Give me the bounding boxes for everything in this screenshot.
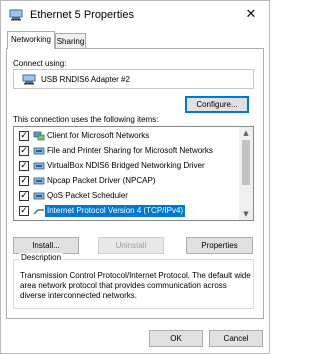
description-text: Transmission Control Protocol/Internet P… xyxy=(20,271,251,300)
configure-button[interactable]: Configure... xyxy=(185,96,249,113)
scroll-up-button[interactable]: ▲ xyxy=(239,127,253,139)
tab-sharing[interactable]: Sharing xyxy=(55,33,86,49)
protocol-icon xyxy=(33,209,44,215)
adapter-name: USB RNDIS6 Adapter #2 xyxy=(41,75,130,84)
uninstall-button[interactable]: Uninstall xyxy=(98,237,164,254)
item-label: Internet Protocol Version 4 (TCP/IPv4) xyxy=(45,205,186,217)
components-list[interactable]: ✓ Client for Microsoft Networks ✓ File a… xyxy=(13,126,254,221)
list-item-selected[interactable]: ✓ Internet Protocol Version 4 (TCP/IPv4) xyxy=(16,204,240,218)
list-item[interactable]: ✓ Client for Microsoft Networks xyxy=(16,129,240,143)
checkbox[interactable]: ✓ xyxy=(19,131,29,141)
list-scrollbar[interactable]: ▲ ▼ xyxy=(239,127,253,220)
properties-dialog: Ethernet 5 Properties ✕ Networking Shari… xyxy=(0,0,270,354)
network-adapter-icon xyxy=(9,9,23,21)
network-client-icon xyxy=(33,131,45,141)
network-service-icon xyxy=(33,177,45,185)
scroll-thumb[interactable] xyxy=(242,140,250,185)
install-button[interactable]: Install... xyxy=(13,237,79,254)
ok-button[interactable]: OK xyxy=(149,330,203,347)
scroll-down-button[interactable]: ▼ xyxy=(239,208,253,220)
checkbox[interactable]: ✓ xyxy=(19,176,29,186)
item-label: Npcap Packet Driver (NPCAP) xyxy=(47,176,156,185)
item-label: Client for Microsoft Networks xyxy=(47,131,150,140)
item-label: VirtualBox NDIS6 Bridged Networking Driv… xyxy=(47,161,205,170)
item-label: File and Printer Sharing for Microsoft N… xyxy=(47,146,213,155)
checkbox[interactable]: ✓ xyxy=(19,146,29,156)
checkbox[interactable]: ✓ xyxy=(19,161,29,171)
tab-networking[interactable]: Networking xyxy=(7,31,55,49)
network-adapter-icon xyxy=(22,74,36,85)
properties-button[interactable]: Properties xyxy=(186,237,253,254)
list-item[interactable]: ✓ Npcap Packet Driver (NPCAP) xyxy=(16,174,240,188)
checkbox[interactable]: ✓ xyxy=(19,206,29,216)
title-bar[interactable]: Ethernet 5 Properties ✕ xyxy=(1,1,269,29)
list-item[interactable]: ✓ QoS Packet Scheduler xyxy=(16,189,240,203)
network-service-icon xyxy=(33,162,45,170)
checkbox[interactable]: ✓ xyxy=(19,191,29,201)
list-item[interactable]: ✓ File and Printer Sharing for Microsoft… xyxy=(16,144,240,158)
item-label: QoS Packet Scheduler xyxy=(47,191,128,200)
connect-using-label: Connect using: xyxy=(13,59,67,68)
close-icon: ✕ xyxy=(245,7,257,22)
chevron-up-icon: ▲ xyxy=(243,129,249,137)
network-service-icon xyxy=(33,192,45,200)
description-title: Description xyxy=(19,253,64,262)
network-service-icon xyxy=(33,147,45,155)
items-label: This connection uses the following items… xyxy=(13,115,159,124)
close-button[interactable]: ✕ xyxy=(239,5,263,25)
cancel-button[interactable]: Cancel xyxy=(209,330,263,347)
adapter-field: USB RNDIS6 Adapter #2 xyxy=(13,69,254,89)
list-item[interactable]: ✓ VirtualBox NDIS6 Bridged Networking Dr… xyxy=(16,159,240,173)
window-title: Ethernet 5 Properties xyxy=(30,9,134,21)
chevron-down-icon: ▼ xyxy=(243,210,249,218)
